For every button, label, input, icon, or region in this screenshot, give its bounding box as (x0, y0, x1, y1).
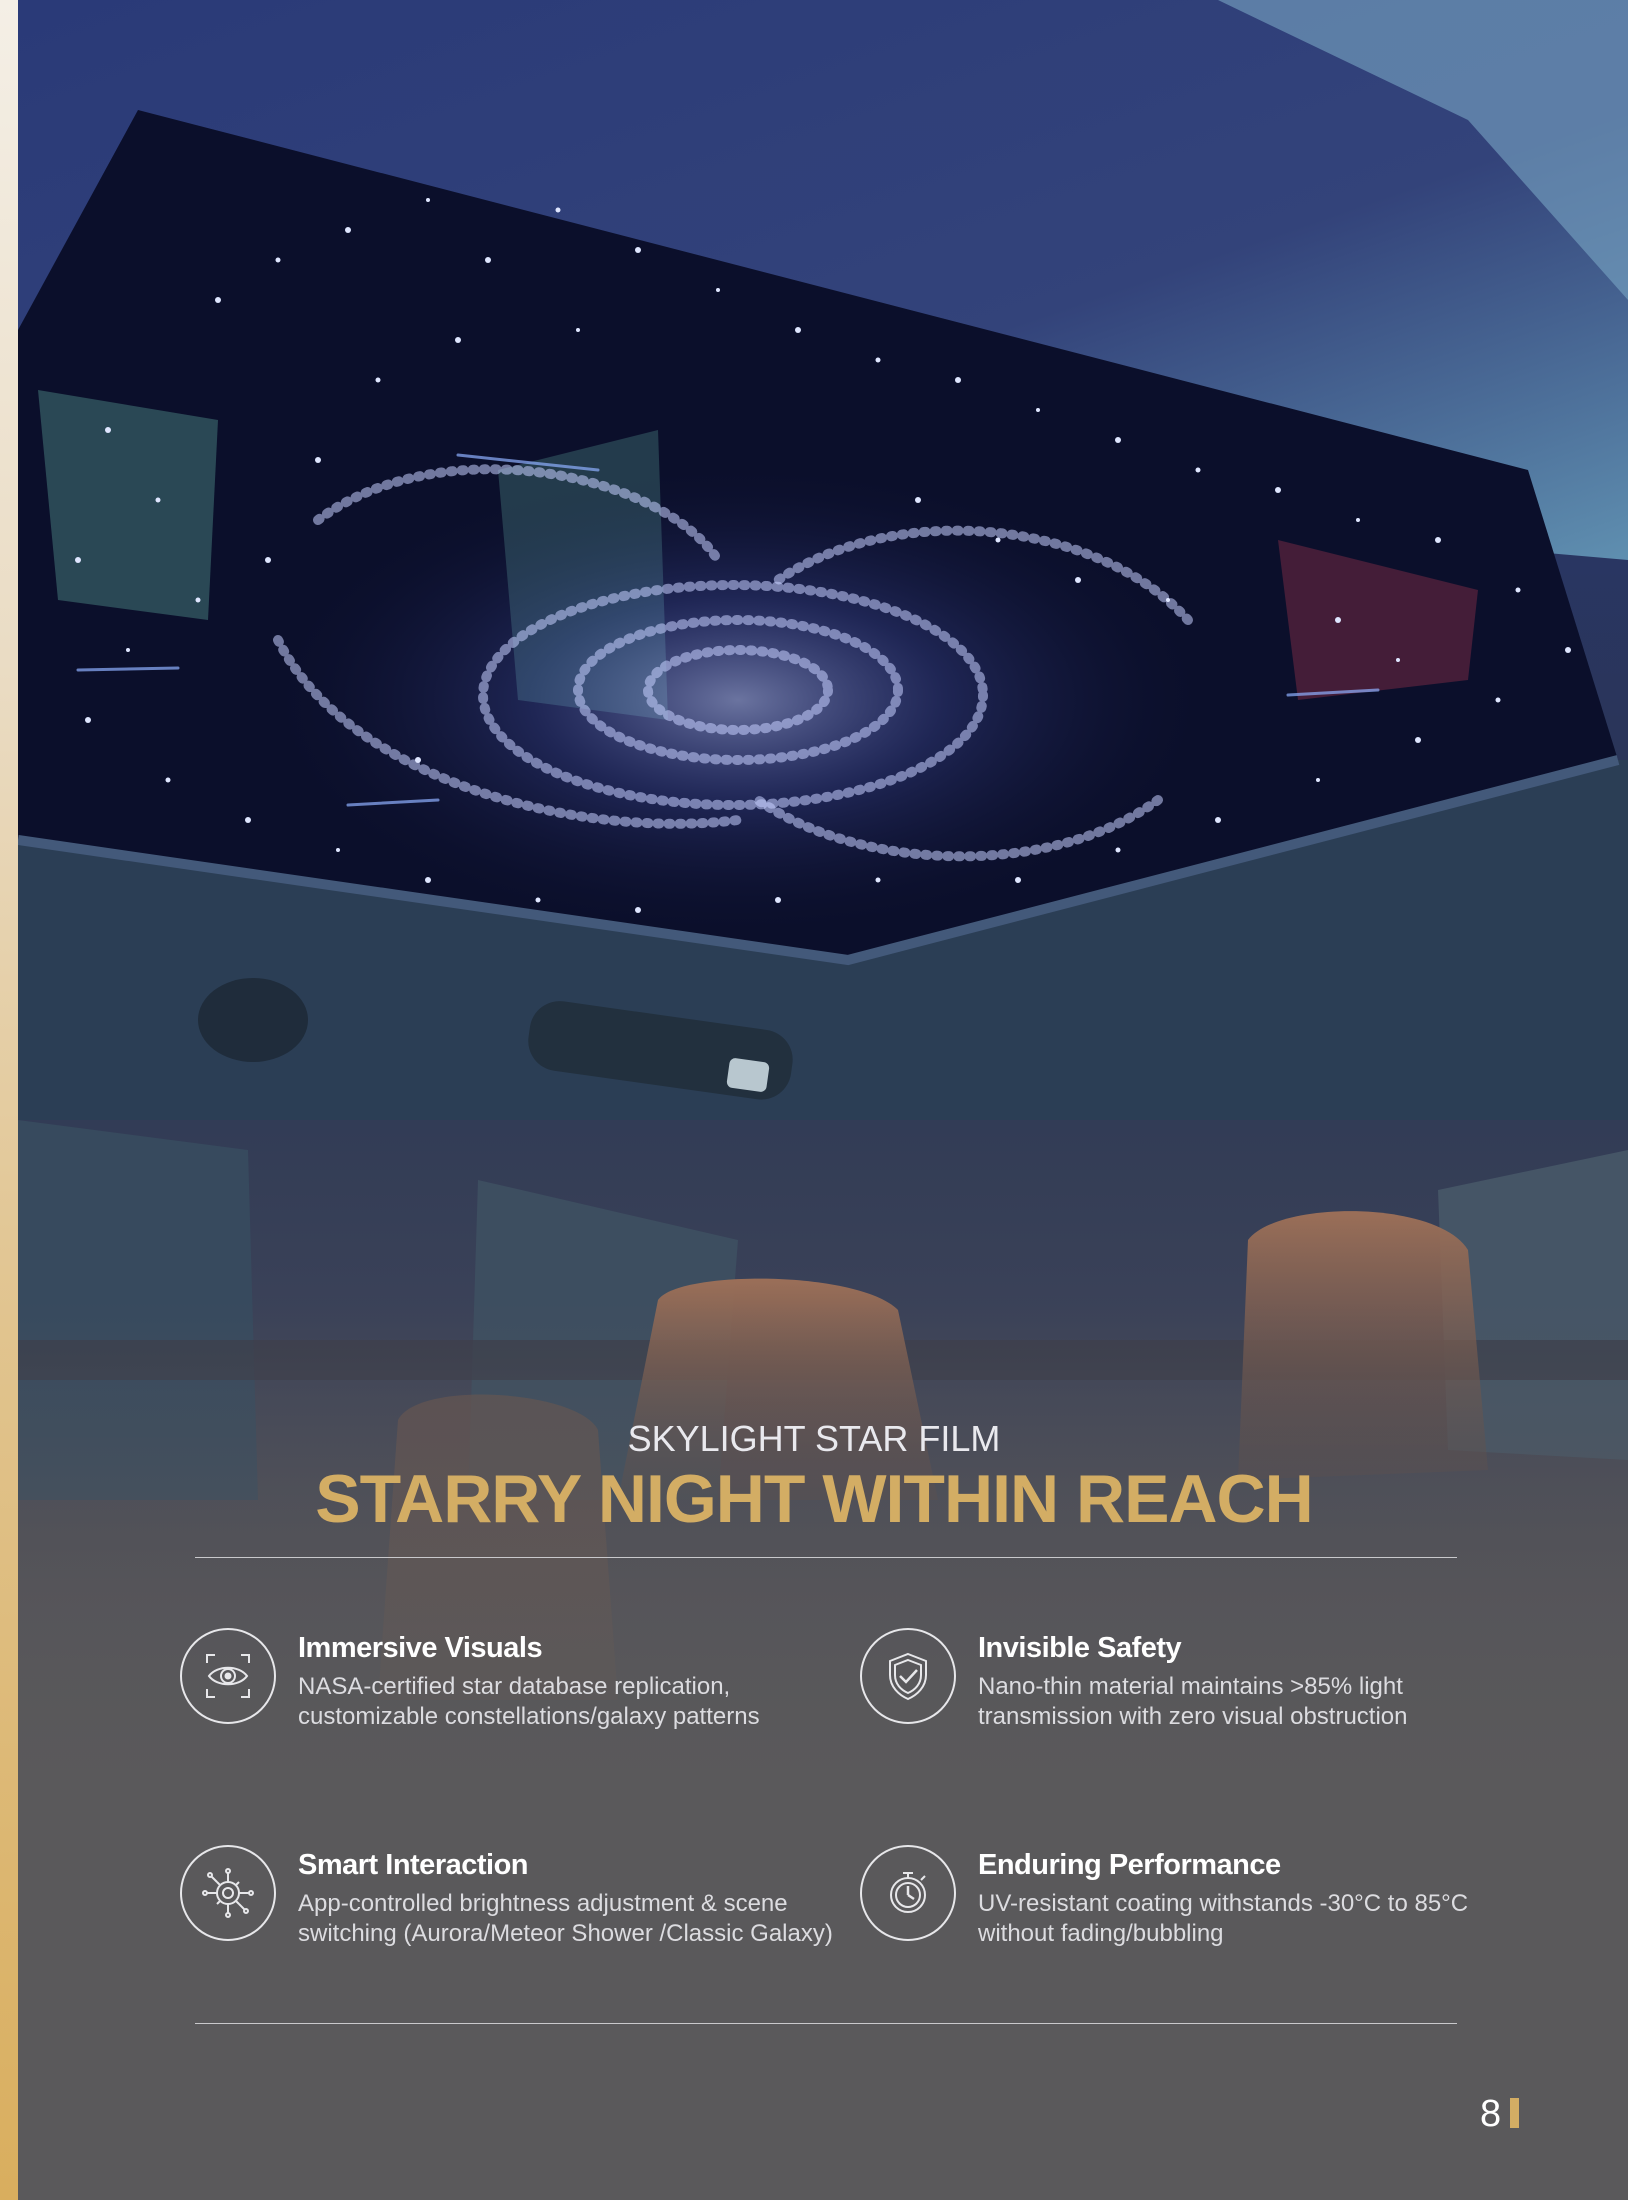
feature-title: Invisible Safety (978, 1632, 1182, 1664)
feature-immersive-visuals: Immersive Visuals NASA-certified star da… (180, 1628, 820, 1768)
feature-description: NASA-certified star database replication… (298, 1673, 760, 1730)
divider-top (195, 1557, 1457, 1558)
feature-description: UV-resistant coating withstands -30°C to… (978, 1890, 1469, 1947)
feature-smart-interaction: Smart Interaction App-controlled brightn… (180, 1845, 833, 1985)
page-headline: STARRY NIGHT WITHIN REACH (315, 1461, 1314, 1537)
feature-invisible-safety: Invisible Safety Nano-thin material main… (860, 1628, 1500, 1768)
feature-enduring-performance: Enduring Performance UV-resistant coatin… (860, 1845, 1500, 1985)
feature-description: Nano-thin material maintains >85% light … (978, 1673, 1408, 1730)
divider-bottom (195, 2023, 1457, 2024)
circuit-gear-icon (180, 1845, 276, 1941)
shield-check-icon (860, 1628, 956, 1724)
stopwatch-icon (860, 1845, 956, 1941)
feature-title: Immersive Visuals (298, 1632, 543, 1664)
feature-description: App-controlled brightness adjustment & s… (298, 1890, 833, 1947)
feature-title: Smart Interaction (298, 1849, 529, 1881)
page-number-accent (1510, 2098, 1519, 2128)
section-eyebrow: SKYLIGHT STAR FILM (627, 1418, 1001, 1459)
eye-target-icon (180, 1628, 276, 1724)
feature-title: Enduring Performance (978, 1849, 1281, 1881)
page-number: 8 (1480, 2093, 1502, 2135)
